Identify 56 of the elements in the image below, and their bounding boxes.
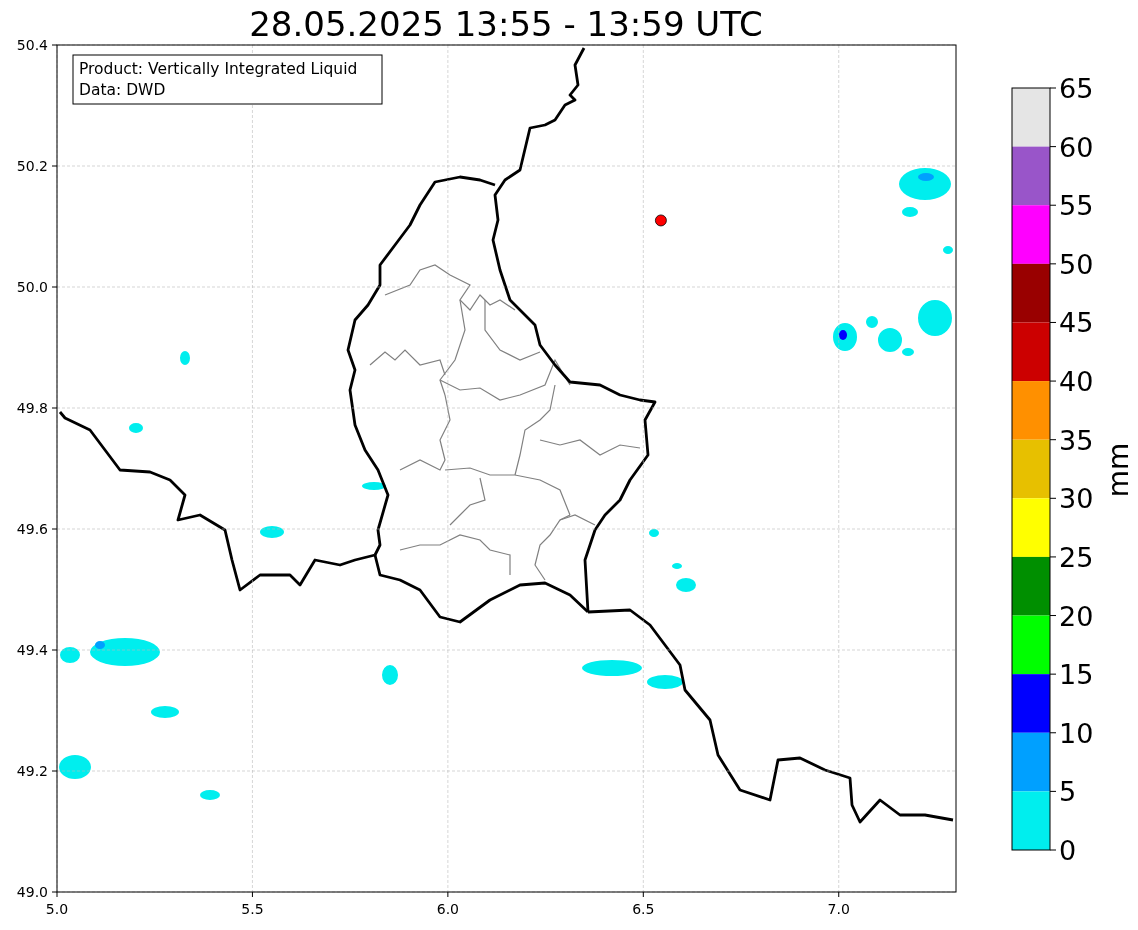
axis-tick-label: 49.0: [16, 884, 48, 900]
colorbar-tick-label: 20: [1059, 600, 1094, 632]
tick-mark: [51, 407, 58, 409]
tick-mark: [1049, 321, 1057, 323]
colorbar-tick-label: 60: [1059, 131, 1094, 163]
tick-mark: [1049, 263, 1057, 265]
axis-tick-label: 50.2: [16, 158, 48, 174]
colorbar-tick-label: 5: [1059, 776, 1077, 808]
colorbar-label: mm: [1102, 442, 1135, 498]
tick-mark: [642, 891, 644, 898]
axis-tick-label: 50.4: [16, 37, 48, 53]
colorbar-tick-label: 30: [1059, 483, 1094, 515]
tick-mark: [51, 286, 58, 288]
colorbar-tick-label: 25: [1059, 541, 1094, 573]
tick-mark: [251, 891, 253, 898]
colorbar-tick-label: 15: [1059, 659, 1094, 691]
tick-mark: [1049, 497, 1057, 499]
info-text: Product: Vertically Integrated Liquid: [79, 60, 358, 78]
axis-tick-label: 49.6: [16, 521, 48, 537]
colorbar-tick-label: 45: [1059, 307, 1094, 339]
colorbar-tick-label: 40: [1059, 366, 1094, 398]
tick-mark: [447, 891, 449, 898]
info-text: Data: DWD: [79, 81, 166, 99]
axis-tick-label: 6.5: [632, 901, 655, 917]
axis-tick-label: 49.4: [16, 642, 48, 658]
axis-tick-label: 5.5: [241, 901, 264, 917]
tick-mark: [51, 44, 58, 46]
axis-tick-label: 49.8: [16, 400, 48, 416]
tick-mark: [1049, 380, 1057, 382]
axis-tick-label: 7.0: [827, 901, 850, 917]
axis-tick-label: 5.0: [45, 901, 69, 917]
axis-tick-label: 50.0: [16, 279, 48, 295]
tick-mark: [1049, 439, 1057, 441]
tick-mark: [838, 891, 840, 898]
tick-mark: [1049, 615, 1057, 617]
axis-tick-label: 49.2: [16, 763, 48, 779]
tick-mark: [1049, 146, 1057, 148]
tick-mark: [51, 528, 58, 530]
tick-mark: [51, 770, 58, 772]
colorbar-tick-label: 65: [1059, 73, 1094, 104]
tick-mark: [51, 649, 58, 651]
chart-title: 28.05.2025 13:55 - 13:59 UTC: [249, 4, 763, 44]
tick-mark: [1049, 673, 1057, 675]
tick-mark: [1049, 87, 1057, 89]
tick-mark: [1049, 849, 1057, 851]
tick-mark: [1049, 204, 1057, 206]
colorbar-tick-label: 10: [1059, 717, 1094, 749]
tick-mark: [1049, 790, 1057, 792]
axis-tick-label: 6.0: [436, 901, 459, 917]
colorbar-tick-label: 50: [1059, 248, 1094, 280]
tick-mark: [1049, 732, 1057, 734]
tick-mark: [51, 165, 58, 167]
colorbar-tick-label: 0: [1059, 835, 1077, 866]
colorbar-tick-label: 55: [1059, 190, 1094, 222]
colorbar-tick-label: 35: [1059, 424, 1094, 456]
tick-mark: [1049, 556, 1057, 558]
